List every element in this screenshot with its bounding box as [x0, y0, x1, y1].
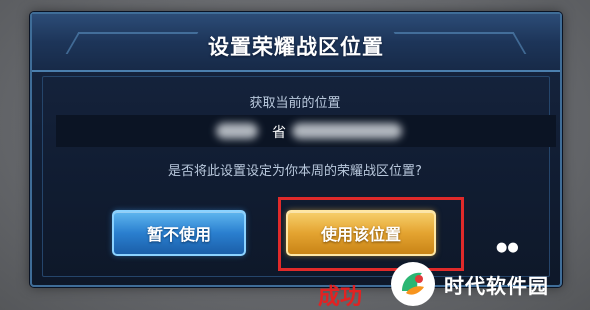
- site-watermark: 时代软件园: [390, 258, 580, 310]
- current-location-label: 获取当前的位置: [249, 96, 341, 111]
- location-display: 省: [56, 115, 556, 147]
- redacted-location-right: [292, 123, 402, 139]
- watermark-text: 时代软件园: [444, 273, 549, 298]
- annotation-text: 成功: [318, 285, 363, 310]
- not-now-button[interactable]: 暂不使用: [112, 210, 246, 256]
- redacted-location-left: [216, 123, 258, 139]
- location-province-text: 省: [272, 125, 286, 141]
- confirm-question: 是否将此设置设定为你本周的荣耀战区位置?: [168, 164, 422, 179]
- dialog-title: 设置荣耀战区位置: [208, 35, 384, 59]
- watermark-logo-icon: [391, 262, 435, 306]
- dots-decoration: ●●: [496, 240, 519, 255]
- dialog-title-bar: 设置荣耀战区位置: [32, 14, 560, 72]
